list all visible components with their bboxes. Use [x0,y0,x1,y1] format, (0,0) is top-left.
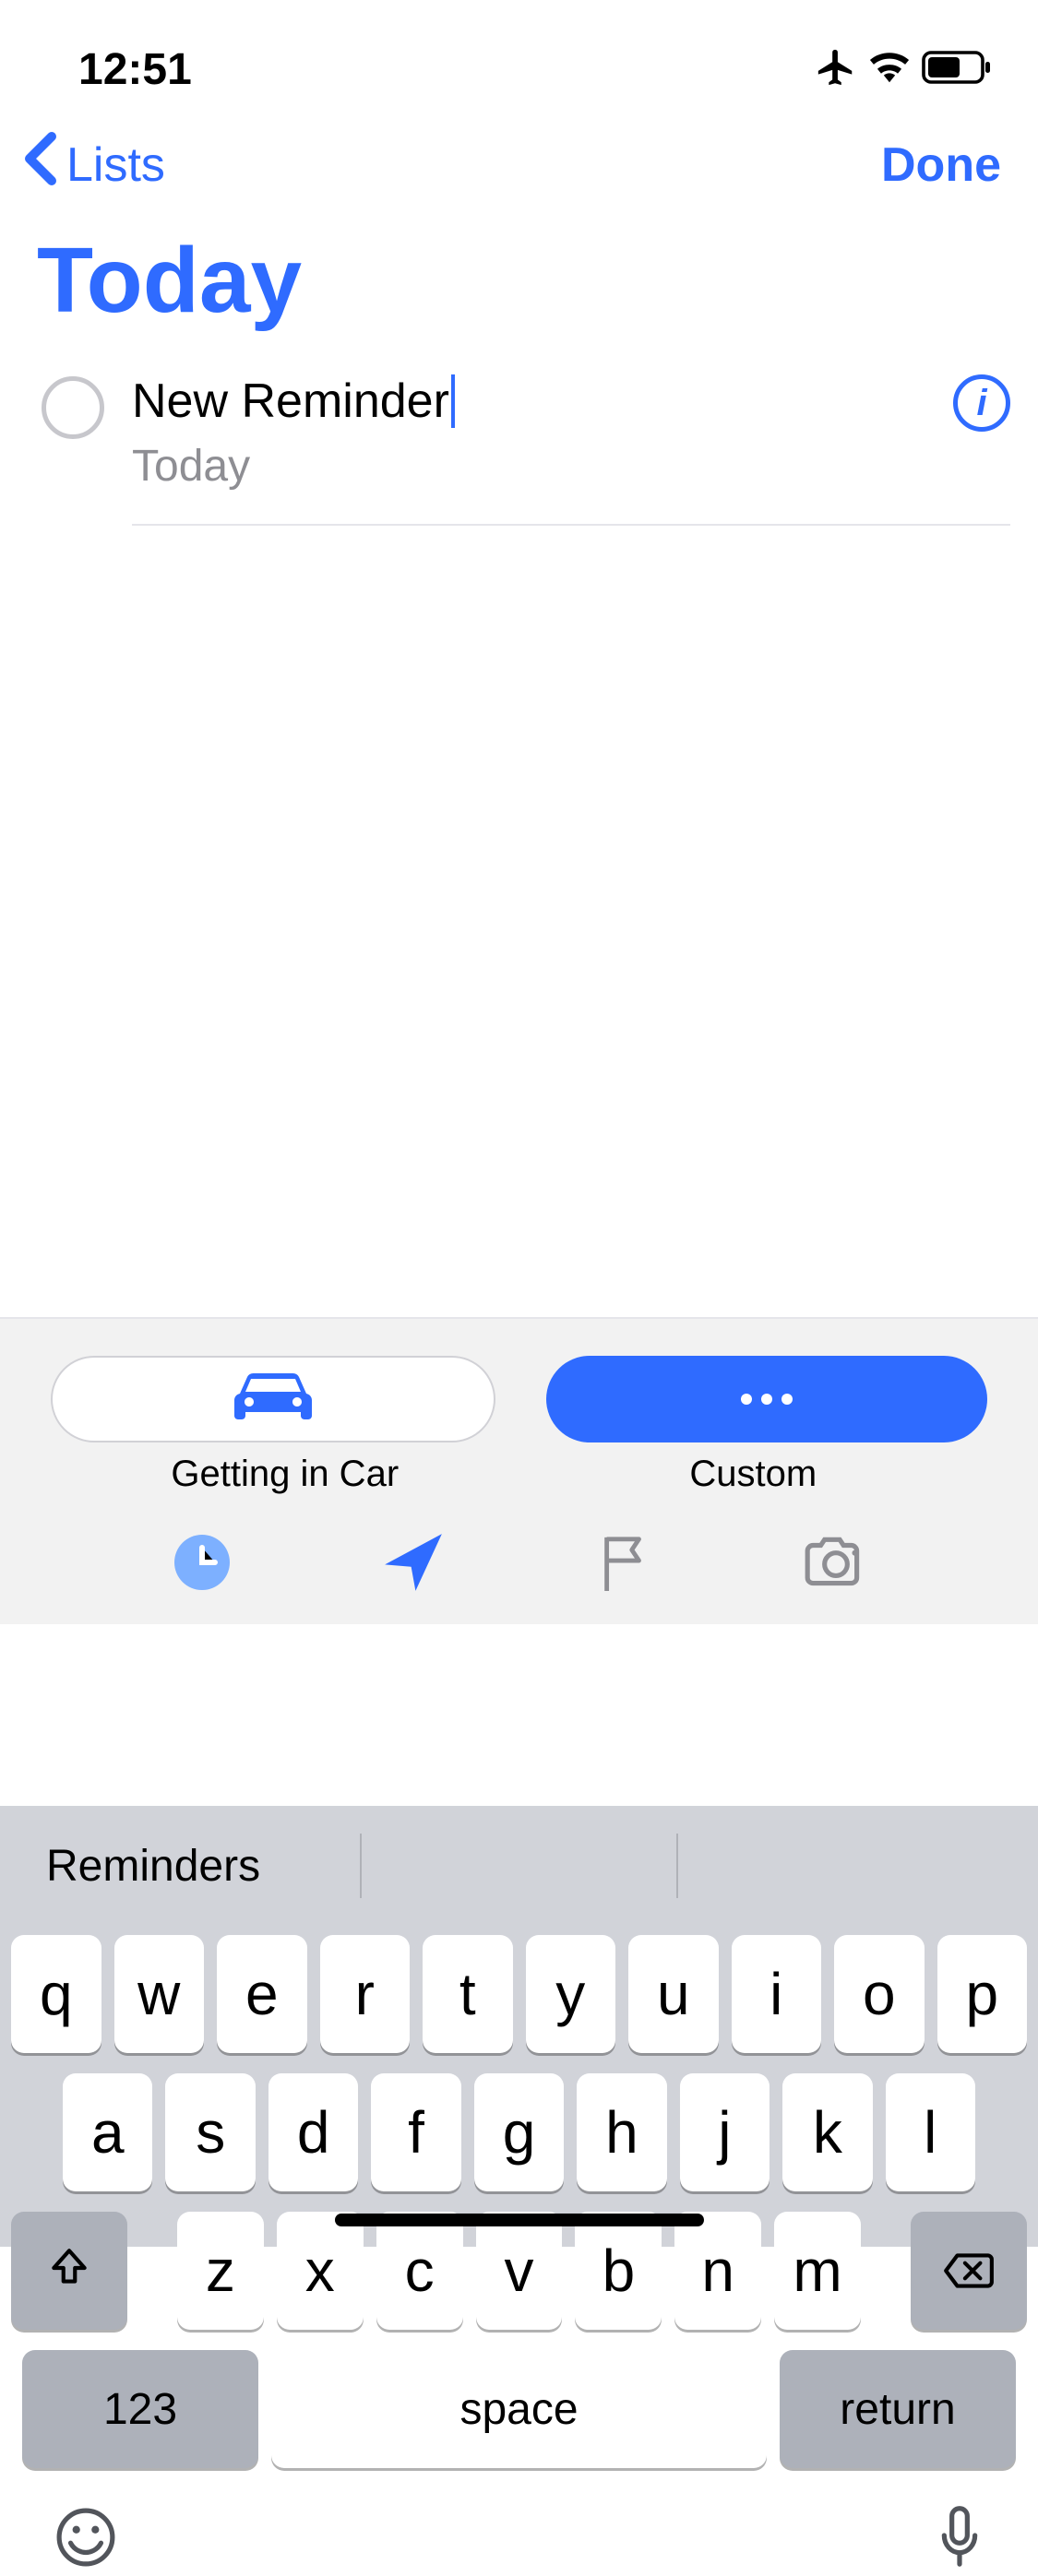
ellipsis-icon [741,1394,793,1405]
key-p[interactable]: p [937,1935,1028,2053]
status-bar: 12:51 [0,0,1038,111]
keyboard-footer [0,2487,1038,2576]
reminder-complete-toggle[interactable] [42,376,104,439]
key-f[interactable]: f [371,2073,460,2191]
key-y[interactable]: y [526,1935,616,2053]
prediction-divider [360,1834,362,1898]
key-v[interactable]: v [476,2212,563,2330]
key-space[interactable]: space [271,2350,767,2468]
airplane-mode-icon [815,46,857,93]
key-z[interactable]: z [177,2212,264,2330]
key-j[interactable]: j [680,2073,770,2191]
time-button[interactable] [170,1532,234,1597]
key-o[interactable]: o [834,1935,925,2053]
suggestion-chip-custom[interactable] [546,1356,987,1442]
key-k[interactable]: k [782,2073,872,2191]
key-l[interactable]: l [886,2073,975,2191]
text-cursor [451,374,455,428]
reminder-title-input[interactable]: New Reminder [132,374,455,429]
clock-icon [173,1533,232,1597]
shift-icon [46,2237,92,2305]
location-button[interactable] [381,1532,446,1597]
keyboard-row-4: 123 space return [11,2350,1027,2468]
status-time: 12:51 [78,44,192,95]
keyboard-row-2: a s d f g h j k l [11,2073,1027,2191]
key-b[interactable]: b [575,2212,662,2330]
prediction-1[interactable]: Reminders [46,1841,360,1892]
prediction-divider [676,1834,678,1898]
key-s[interactable]: s [165,2073,255,2191]
backspace-icon [942,2237,996,2305]
key-a[interactable]: a [63,2073,152,2191]
key-h[interactable]: h [577,2073,666,2191]
key-u[interactable]: u [628,1935,719,2053]
suggestion-label-car: Getting in Car [51,1454,519,1495]
emoji-icon [55,2556,116,2571]
key-return[interactable]: return [780,2350,1016,2468]
key-w[interactable]: w [114,1935,205,2053]
key-q[interactable]: q [11,1935,101,2053]
microphone-icon [937,2559,983,2575]
key-t[interactable]: t [423,1935,513,2053]
camera-icon [802,1535,870,1595]
flag-icon [596,1531,653,1598]
suggestion-label-custom: Custom [519,1454,988,1495]
info-button[interactable]: i [953,374,1010,432]
camera-button[interactable] [804,1532,868,1597]
key-x[interactable]: x [277,2212,364,2330]
key-g[interactable]: g [474,2073,564,2191]
key-i[interactable]: i [732,1935,822,2053]
car-icon [229,1367,317,1432]
suggestion-area: Getting in Car Custom [0,1317,1038,1624]
page-title: Today [0,228,1038,371]
status-icons [815,46,992,93]
chevron-left-icon [18,129,63,200]
reminder-subtitle: Today [132,441,1010,492]
key-123[interactable]: 123 [22,2350,258,2468]
flag-button[interactable] [592,1532,657,1597]
reminder-title-text: New Reminder [132,374,449,429]
reminder-row: New Reminder i Today [0,371,1038,526]
keyboard-row-1: q w e r t y u i o p [11,1935,1027,2053]
back-button[interactable]: Lists [18,129,165,200]
battery-icon [922,50,992,89]
key-shift[interactable] [11,2212,127,2330]
key-m[interactable]: m [774,2212,861,2330]
reminder-toolbar [51,1495,987,1624]
back-label: Lists [66,137,165,193]
home-indicator[interactable] [335,2214,704,2226]
emoji-button[interactable] [55,2507,116,2572]
key-r[interactable]: r [320,1935,411,2053]
location-arrow-icon [378,1527,448,1602]
keyboard: Reminders q w e r t y u i o p a s d f g … [0,1806,1038,2247]
key-c[interactable]: c [376,2212,463,2330]
key-n[interactable]: n [674,2212,761,2330]
dictation-button[interactable] [937,2503,983,2576]
key-d[interactable]: d [268,2073,358,2191]
keyboard-row-3: z x c v b n m [11,2212,1027,2330]
wifi-icon [868,49,911,90]
key-backspace[interactable] [911,2212,1027,2330]
keyboard-predictions: Reminders [0,1806,1038,1926]
done-button[interactable]: Done [881,137,1001,193]
nav-bar: Lists Done [0,111,1038,228]
suggestion-chip-car[interactable] [51,1356,495,1442]
info-icon: i [976,383,986,424]
key-e[interactable]: e [217,1935,307,2053]
